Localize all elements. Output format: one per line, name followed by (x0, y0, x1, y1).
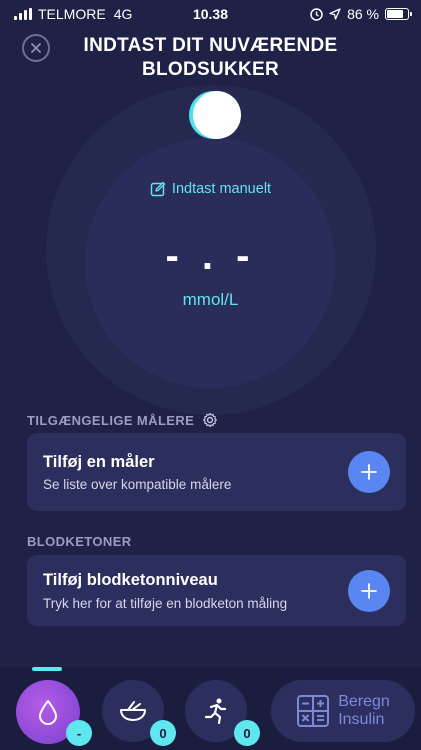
add-meter-title: Tilføj en måler (43, 453, 155, 471)
calculator-icon (297, 695, 330, 727)
add-meter-card[interactable]: Tilføj en måler Se liste over kompatible… (27, 433, 406, 511)
status-right: 86 % (310, 6, 412, 22)
meters-section-label: TILGÆNGELIGE MÅLERE (27, 412, 195, 428)
calculate-insulin-button[interactable]: Beregn Insulin (271, 680, 415, 742)
add-ketone-subtitle: Tryk her for at tilføje en blodketon mål… (43, 596, 288, 611)
add-meter-subtitle: Se liste over kompatible målere (43, 477, 232, 492)
glucose-unit: mmol/L (182, 290, 239, 309)
pencil-icon (150, 181, 166, 197)
activity-badge: 0 (234, 720, 260, 746)
battery-label: 86 % (347, 6, 379, 22)
ketones-section-header: BLODKETONER (27, 534, 132, 549)
plus-icon (361, 464, 377, 480)
location-arrow-icon (329, 8, 341, 20)
meters-section-header: TILGÆNGELIGE MÅLERE (27, 412, 218, 428)
add-ketone-title: Tilføj blodketonniveau (43, 571, 218, 589)
active-tab-indicator (32, 667, 62, 671)
ketones-section-label: BLODKETONER (27, 534, 132, 549)
food-badge: 0 (150, 720, 176, 746)
status-bar: TELMORE 4G 10.38 86 % (0, 0, 421, 26)
add-ketone-button[interactable] (348, 570, 390, 612)
close-icon (31, 43, 41, 53)
calc-label-line1: Beregn (338, 693, 390, 710)
dial-knob[interactable] (193, 91, 241, 139)
add-meter-button[interactable] (348, 451, 390, 493)
calculate-insulin-label: Beregn Insulin (338, 693, 390, 729)
alarm-icon (310, 7, 323, 21)
blood-glucose-badge: - (66, 720, 92, 746)
running-person-icon (204, 698, 227, 725)
calc-label-line2: Insulin (338, 711, 385, 728)
add-ketone-card[interactable]: Tilføj blodketonniveau Tryk her for at t… (27, 555, 406, 626)
close-button[interactable] (22, 34, 50, 62)
blood-drop-icon (39, 700, 57, 725)
manual-entry-button[interactable]: Indtast manuelt (0, 181, 421, 197)
plus-icon (361, 583, 377, 599)
manual-entry-label: Indtast manuelt (171, 181, 272, 197)
food-bowl-icon (120, 701, 146, 721)
page-title: INDTAST DIT NUVÆRENDE BLODSUKKER (83, 35, 338, 80)
glucose-value: - . - (165, 234, 256, 278)
gear-icon[interactable] (202, 412, 218, 428)
battery-icon (385, 8, 412, 20)
